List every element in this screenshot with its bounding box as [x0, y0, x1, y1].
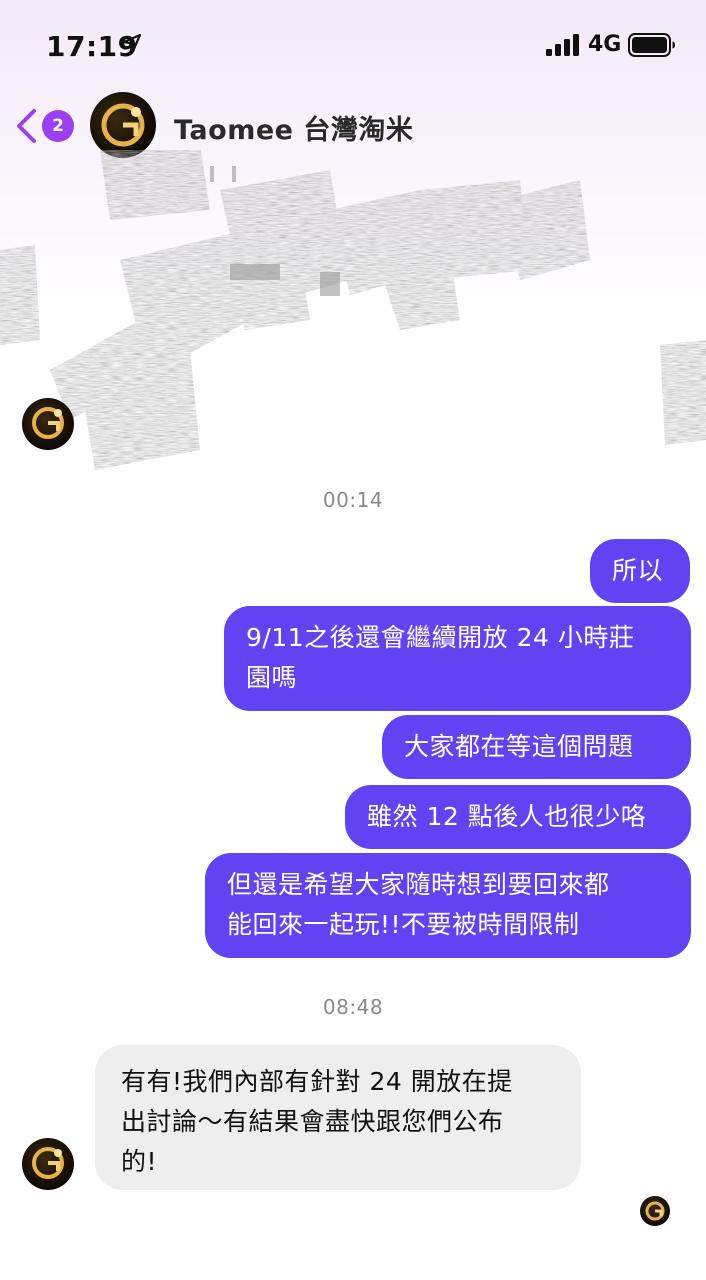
back-chevron-icon	[17, 109, 36, 143]
outgoing-message[interactable]: 大家都在等這個問題	[382, 715, 691, 779]
outgoing-message[interactable]: 但還是希望大家隨時想到要回來都 能回來一起玩!!不要被時間限制	[205, 853, 691, 958]
timestamp: 08:48	[322, 995, 384, 1019]
redacted-image[interactable]	[0, 150, 706, 480]
unread-badge: 2	[42, 110, 74, 142]
contact-avatar-small[interactable]	[22, 1138, 74, 1190]
status-bar: 17:19 4G	[0, 0, 706, 90]
incoming-message[interactable]: 有有!我們內部有針對 24 開放在提 出討論～有結果會盡快跟您們公布 的!	[95, 1045, 581, 1190]
outgoing-message[interactable]: 9/11之後還會繼續開放 24 小時莊 園嗎	[224, 606, 691, 711]
contact-avatar-small[interactable]	[22, 398, 74, 450]
battery-icon	[628, 33, 675, 57]
location-arrow-icon	[122, 33, 142, 53]
contact-avatar[interactable]	[90, 92, 156, 158]
signal-bars-icon	[546, 34, 579, 56]
read-receipt-avatar	[640, 1196, 670, 1226]
back-button[interactable]: 2	[14, 106, 78, 146]
contact-name[interactable]: Taomee 台灣淘米	[174, 108, 413, 147]
timestamp: 00:14	[322, 488, 384, 512]
network-type: 4G	[588, 32, 622, 57]
outgoing-message[interactable]: 所以	[590, 539, 690, 603]
outgoing-message[interactable]: 雖然 12 點後人也很少咯	[345, 785, 691, 849]
